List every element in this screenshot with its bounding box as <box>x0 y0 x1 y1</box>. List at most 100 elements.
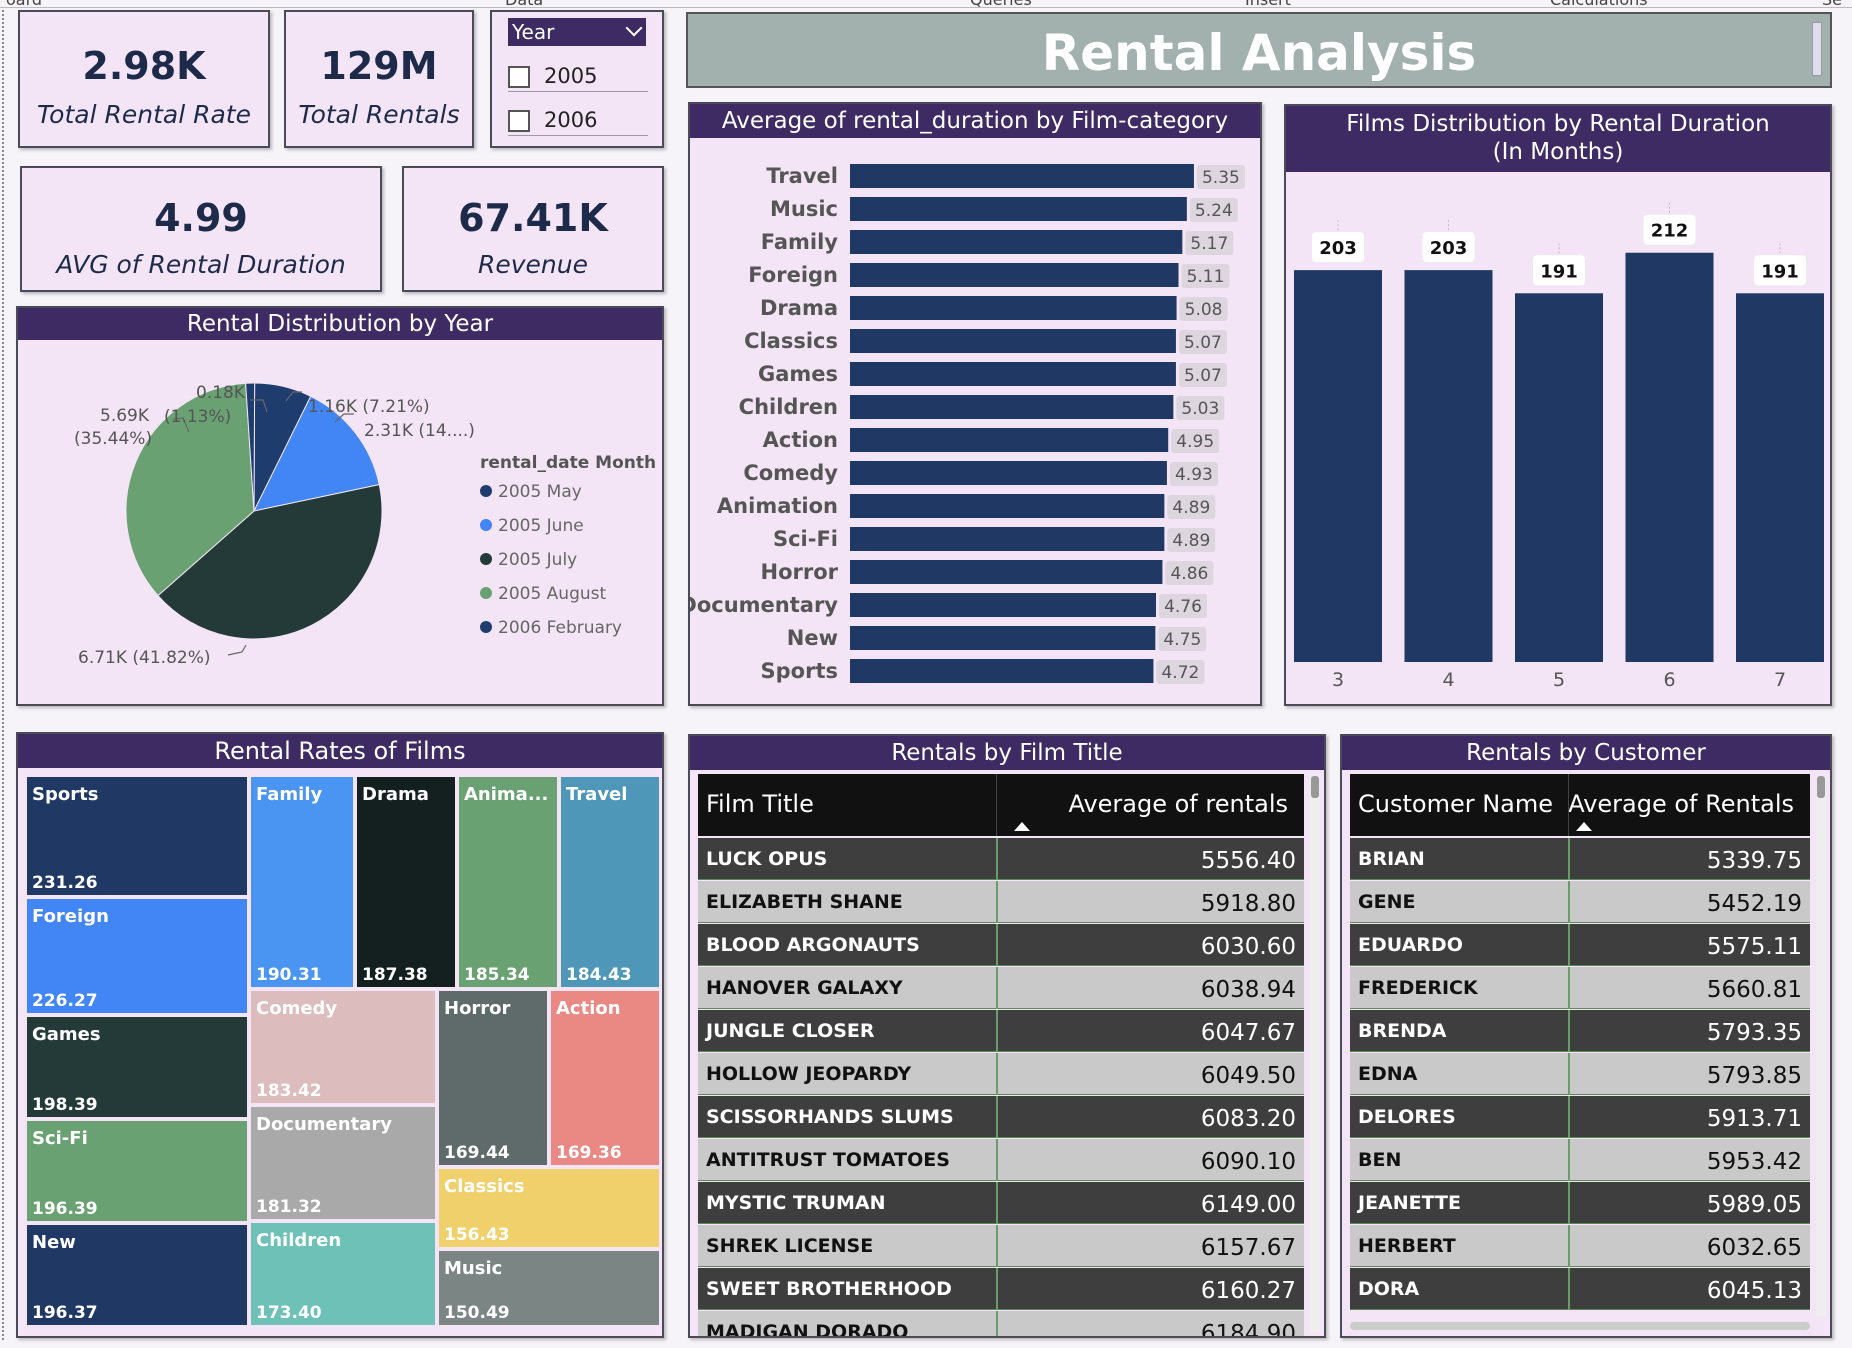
legend-item[interactable]: 2005 July <box>498 550 577 570</box>
treemap-tile[interactable]: Documentary 181.32 <box>249 1105 437 1221</box>
duration-distribution-panel[interactable]: Films Distribution by Rental Duration (I… <box>1284 104 1832 706</box>
scroll-handle[interactable] <box>1812 22 1822 76</box>
kpi-card-total-rental-rate[interactable]: 2.98K Total Rental Rate <box>18 10 270 148</box>
bar[interactable] <box>850 593 1156 617</box>
pie-chart[interactable]: 0.18K (1.13%) 1.16K (7.21%) 2.31K (14...… <box>18 340 666 708</box>
table-row[interactable]: BLOOD ARGONAUTS 6030.60 <box>698 924 1304 966</box>
legend-item[interactable]: 2005 May <box>498 482 582 502</box>
scrollbar[interactable] <box>1816 776 1826 1316</box>
slicer-header[interactable]: Year <box>508 18 646 46</box>
treemap-tile[interactable]: Children 173.40 <box>249 1221 437 1327</box>
legend-item[interactable]: 2005 June <box>498 516 584 536</box>
table-row[interactable]: FREDERICK 5660.81 <box>1350 967 1810 1009</box>
bar[interactable] <box>850 296 1177 320</box>
table-row[interactable]: MADIGAN DORADO 6184.90 <box>698 1311 1304 1336</box>
toolbar-item[interactable]: oard <box>6 0 42 7</box>
bar[interactable] <box>1515 293 1603 662</box>
bar[interactable] <box>850 263 1179 287</box>
table-row[interactable]: EDNA 5793.85 <box>1350 1053 1810 1095</box>
kpi-card-total-rentals[interactable]: 129M Total Rentals <box>284 10 474 148</box>
column-header-customer-name[interactable]: Customer Name <box>1358 790 1553 818</box>
bar[interactable] <box>850 560 1163 584</box>
toolbar-item[interactable]: Calculations <box>1550 0 1648 7</box>
table-row[interactable]: HOLLOW JEOPARDY 6049.50 <box>698 1053 1304 1095</box>
treemap-tile[interactable]: Music 150.49 <box>437 1249 661 1327</box>
treemap-rect[interactable] <box>249 775 355 989</box>
slicer-option-2006[interactable]: 2006 <box>508 106 648 136</box>
treemap-tile[interactable]: Drama 187.38 <box>355 775 457 989</box>
bar[interactable] <box>850 461 1167 485</box>
table-row[interactable]: MYSTIC TRUMAN 6149.00 <box>698 1182 1304 1224</box>
table-row[interactable]: BEN 5953.42 <box>1350 1139 1810 1181</box>
treemap-tile[interactable]: Sports 231.26 <box>25 775 249 897</box>
table-row[interactable]: DORA 6045.13 <box>1350 1268 1810 1310</box>
category-duration-bar-panel[interactable]: Average of rental_duration by Film-categ… <box>688 102 1262 706</box>
table-row[interactable]: SCISSORHANDS SLUMS 6083.20 <box>698 1096 1304 1138</box>
scroll-thumb[interactable] <box>1817 776 1825 798</box>
treemap-rect[interactable] <box>355 775 457 989</box>
table-row[interactable]: DELORES 5913.71 <box>1350 1096 1810 1138</box>
treemap-tile[interactable]: Action 169.36 <box>549 989 661 1167</box>
treemap-tile[interactable]: Foreign 226.27 <box>25 897 249 1015</box>
bar[interactable] <box>850 395 1174 419</box>
kpi-card-revenue[interactable]: 67.41K Revenue <box>402 166 664 292</box>
kpi-card-avg-rental-duration[interactable]: 4.99 AVG of Rental Duration <box>20 166 382 292</box>
table-row[interactable]: BRENDA 5793.35 <box>1350 1010 1810 1052</box>
treemap-rect[interactable] <box>457 775 559 989</box>
scroll-thumb[interactable] <box>1311 776 1319 798</box>
bar[interactable] <box>850 230 1183 254</box>
toolbar-item[interactable]: Se <box>1822 0 1842 7</box>
sort-ascending-icon[interactable] <box>1014 822 1030 831</box>
treemap-panel[interactable]: Rental Rates of Films Sports 231.26 Foreig… <box>16 732 664 1338</box>
column-header-average[interactable]: Average of Rentals <box>1568 790 1794 818</box>
table-row[interactable]: HERBERT 6032.65 <box>1350 1225 1810 1267</box>
bar[interactable] <box>850 659 1154 683</box>
horizontal-bar-chart[interactable]: Travel 5.35 Music 5.24 Family 5.17 Foreign 5.11… <box>690 138 1264 708</box>
bar[interactable] <box>850 494 1165 518</box>
pie-chart-panel[interactable]: Rental Distribution by Year 0.18K (1.13%… <box>16 306 664 706</box>
column-header-average[interactable]: Average of rentals <box>1068 790 1288 818</box>
horizontal-scrollbar[interactable] <box>1350 1322 1810 1330</box>
year-slicer[interactable]: Year 2005 2006 <box>490 10 664 148</box>
treemap-tile[interactable]: Games 198.39 <box>25 1015 249 1119</box>
treemap-tile[interactable]: Family 190.31 <box>249 775 355 989</box>
treemap-tile[interactable]: Horror 169.44 <box>437 989 549 1167</box>
table-row[interactable]: GENE 5452.19 <box>1350 881 1810 923</box>
toolbar-item[interactable]: Queries <box>970 0 1032 7</box>
checkbox[interactable] <box>508 66 530 88</box>
bar[interactable] <box>850 527 1165 551</box>
table-row[interactable]: SWEET BROTHERHOOD 6160.27 <box>698 1268 1304 1310</box>
table-row[interactable]: JUNGLE CLOSER 6047.67 <box>698 1010 1304 1052</box>
bar[interactable] <box>850 164 1194 188</box>
bar[interactable] <box>850 362 1176 386</box>
film-table-panel[interactable]: Rentals by Film Title Film Title Average… <box>688 734 1326 1338</box>
bar[interactable] <box>1736 293 1824 662</box>
bar[interactable] <box>1294 270 1382 662</box>
legend-item[interactable]: 2005 August <box>498 584 606 604</box>
table-row[interactable]: ANTITRUST TOMATOES 6090.10 <box>698 1139 1304 1181</box>
treemap-rect[interactable] <box>559 775 661 989</box>
treemap-chart[interactable]: Sports 231.26 Foreign 226.27 Games 198.39 Sci-… <box>18 768 666 1340</box>
bar[interactable] <box>850 428 1169 452</box>
bar[interactable] <box>850 329 1176 353</box>
slicer-option-2005[interactable]: 2005 <box>508 62 648 92</box>
scrollbar[interactable] <box>1310 776 1320 1332</box>
toolbar-item[interactable]: Insert <box>1245 0 1291 7</box>
bar[interactable] <box>1404 270 1493 662</box>
legend-item[interactable]: 2006 February <box>498 618 622 638</box>
vertical-bar-chart[interactable]: 203 3 203 4 191 5 212 6 191 7 <box>1286 172 1834 708</box>
treemap-tile[interactable]: Classics 156.43 <box>437 1167 661 1249</box>
treemap-tile[interactable]: New 196.37 <box>25 1223 249 1327</box>
toolbar-item[interactable]: Data <box>505 0 543 7</box>
bar[interactable] <box>850 626 1156 650</box>
checkbox[interactable] <box>508 110 530 132</box>
customer-table-panel[interactable]: Rentals by Customer Customer Name Averag… <box>1340 734 1832 1338</box>
treemap-tile[interactable]: Sci-Fi 196.39 <box>25 1119 249 1223</box>
column-header-film-title[interactable]: Film Title <box>706 790 814 818</box>
treemap-tile[interactable]: Travel 184.43 <box>559 775 661 989</box>
treemap-tile[interactable]: Anima... 185.34 <box>457 775 559 989</box>
table-row[interactable]: SHREK LICENSE 6157.67 <box>698 1225 1304 1267</box>
chevron-down-icon[interactable] <box>625 19 643 37</box>
bar[interactable] <box>1625 252 1714 662</box>
bar[interactable] <box>850 197 1187 221</box>
